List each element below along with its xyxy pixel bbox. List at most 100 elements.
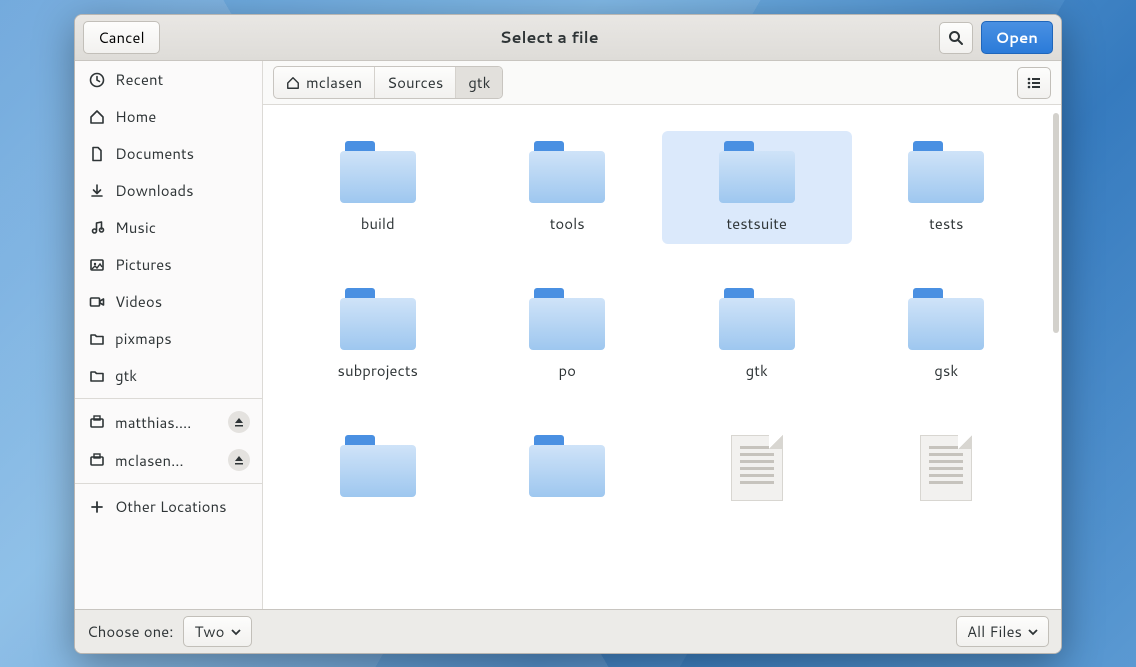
- video-icon: [89, 294, 105, 310]
- folder-icon: [908, 141, 984, 203]
- sidebar-item-home[interactable]: Home: [75, 98, 262, 135]
- path-segment-label: gtk: [468, 72, 490, 93]
- eject-icon: [234, 455, 244, 465]
- file-label: po: [559, 360, 577, 381]
- search-icon: [948, 30, 964, 46]
- choose-combo[interactable]: Two: [183, 616, 251, 647]
- eject-icon: [234, 417, 244, 427]
- sidebar-item-recent[interactable]: Recent: [75, 61, 262, 98]
- sidebar-item-pictures[interactable]: Pictures: [75, 246, 262, 283]
- sidebar-label: Downloads: [115, 180, 250, 201]
- folder-icon: [529, 141, 605, 203]
- chevron-down-icon: [1028, 627, 1038, 637]
- sidebar-item-videos[interactable]: Videos: [75, 283, 262, 320]
- document-icon: [89, 146, 105, 162]
- folder-item[interactable]: [283, 425, 473, 521]
- sidebar-item-other-locations[interactable]: Other Locations: [75, 488, 262, 525]
- sidebar-label: Pictures: [115, 254, 250, 275]
- titlebar: Cancel Select a file Open: [75, 15, 1061, 61]
- path-toolbar: mclasen Sources gtk: [263, 61, 1061, 105]
- folder-icon: [529, 435, 605, 497]
- places-sidebar: Recent Home Documents Downloads Music Pi…: [75, 61, 263, 609]
- drive-icon: [89, 414, 105, 430]
- open-button[interactable]: Open: [981, 21, 1053, 54]
- file-label: gsk: [934, 360, 958, 381]
- sidebar-label: Home: [115, 106, 250, 127]
- file-chooser-dialog: Cancel Select a file Open Recent Home Do…: [74, 14, 1062, 654]
- plus-icon: [89, 499, 105, 515]
- choose-combo-value: Two: [194, 621, 224, 642]
- sidebar-item-bookmark-pixmaps[interactable]: pixmaps: [75, 320, 262, 357]
- folder-item[interactable]: build: [283, 131, 473, 244]
- download-icon: [89, 183, 105, 199]
- path-segment-home[interactable]: mclasen: [274, 67, 375, 98]
- home-icon: [286, 76, 300, 90]
- folder-item[interactable]: subprojects: [283, 278, 473, 391]
- view-list-button[interactable]: [1017, 67, 1051, 99]
- text-file-icon: [920, 435, 972, 501]
- list-view-icon: [1026, 75, 1042, 91]
- sidebar-label: gtk: [115, 365, 250, 386]
- sidebar-item-documents[interactable]: Documents: [75, 135, 262, 172]
- folder-icon: [89, 331, 105, 347]
- file-label: build: [361, 213, 395, 234]
- picture-icon: [89, 257, 105, 273]
- path-segment-current[interactable]: gtk: [456, 67, 502, 98]
- folder-item[interactable]: tests: [852, 131, 1042, 244]
- sidebar-label: Documents: [115, 143, 250, 164]
- folder-icon: [908, 288, 984, 350]
- sidebar-item-drive[interactable]: mclasen…: [75, 441, 262, 479]
- search-button[interactable]: [939, 22, 973, 54]
- folder-icon: [89, 368, 105, 384]
- file-label: tests: [929, 213, 963, 234]
- sidebar-label: Videos: [115, 291, 250, 312]
- scrollbar[interactable]: [1053, 113, 1059, 333]
- folder-item[interactable]: testsuite: [662, 131, 852, 244]
- folder-item[interactable]: gsk: [852, 278, 1042, 391]
- main-area: mclasen Sources gtk: [263, 61, 1061, 609]
- folder-icon: [719, 141, 795, 203]
- file-label: tools: [550, 213, 585, 234]
- sidebar-item-drive[interactable]: matthias.…: [75, 403, 262, 441]
- sidebar-separator: [75, 398, 262, 399]
- pathbar: mclasen Sources gtk: [273, 66, 503, 99]
- sidebar-label: matthias.…: [115, 412, 218, 433]
- folder-item[interactable]: gtk: [662, 278, 852, 391]
- sidebar-label: pixmaps: [115, 328, 250, 349]
- music-icon: [89, 220, 105, 236]
- filter-combo[interactable]: All Files: [956, 616, 1049, 647]
- dialog-title: Select a file: [168, 26, 931, 49]
- text-file-icon: [731, 435, 783, 501]
- folder-item[interactable]: tools: [473, 131, 663, 244]
- eject-button[interactable]: [228, 449, 250, 471]
- folder-item[interactable]: [473, 425, 663, 521]
- path-segment-label: Sources: [387, 72, 443, 93]
- sidebar-item-music[interactable]: Music: [75, 209, 262, 246]
- folder-icon: [340, 288, 416, 350]
- drive-icon: [89, 452, 105, 468]
- file-item[interactable]: [852, 425, 1042, 521]
- cancel-button[interactable]: Cancel: [83, 21, 160, 54]
- folder-item[interactable]: po: [473, 278, 663, 391]
- path-segment[interactable]: Sources: [375, 67, 456, 98]
- filter-combo-value: All Files: [967, 621, 1022, 642]
- clock-icon: [89, 72, 105, 88]
- dialog-body: Recent Home Documents Downloads Music Pi…: [75, 61, 1061, 609]
- sidebar-item-bookmark-gtk[interactable]: gtk: [75, 357, 262, 394]
- chevron-down-icon: [231, 627, 241, 637]
- file-browser[interactable]: build tools testsuite tests subprojects po gtk…: [263, 105, 1061, 609]
- sidebar-label: Other Locations: [115, 496, 250, 517]
- eject-button[interactable]: [228, 411, 250, 433]
- action-bar: Choose one: Two All Files: [75, 609, 1061, 653]
- file-label: gtk: [746, 360, 768, 381]
- choose-label: Choose one:: [87, 621, 173, 642]
- folder-icon: [529, 288, 605, 350]
- sidebar-label: Music: [115, 217, 250, 238]
- home-icon: [89, 109, 105, 125]
- file-item[interactable]: [662, 425, 852, 521]
- sidebar-separator: [75, 483, 262, 484]
- folder-icon: [719, 288, 795, 350]
- sidebar-item-downloads[interactable]: Downloads: [75, 172, 262, 209]
- sidebar-label: mclasen…: [115, 450, 218, 471]
- folder-icon: [340, 435, 416, 497]
